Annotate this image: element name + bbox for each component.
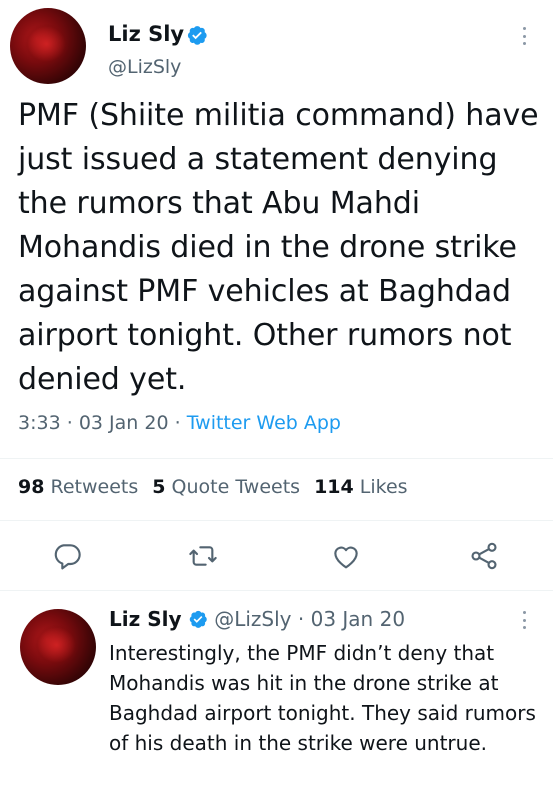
divider: [0, 590, 553, 591]
verified-badge-icon: [189, 610, 207, 628]
more-icon[interactable]: [519, 608, 529, 632]
reply-text: Interestingly, the PMF didn’t deny that …: [109, 641, 536, 755]
share-icon[interactable]: [468, 540, 500, 572]
meta-separator: ·: [297, 607, 305, 631]
reply-date[interactable]: 03 Jan 20: [311, 607, 405, 631]
tweet-time: 3:33: [18, 412, 61, 434]
author-handle[interactable]: @LizSly: [108, 56, 181, 78]
retweet-icon[interactable]: [187, 540, 219, 572]
more-icon[interactable]: [519, 24, 529, 48]
tweet-date[interactable]: 03 Jan 20: [79, 412, 169, 434]
quote-tweets-stat[interactable]: 5 Quote Tweets: [152, 476, 300, 498]
likes-stat[interactable]: 114 Likes: [314, 476, 408, 498]
meta-separator: ·: [66, 412, 73, 434]
tweet-text: PMF (Shiite militia command) have just i…: [18, 98, 539, 397]
meta-separator: ·: [174, 412, 181, 434]
author-avatar[interactable]: [10, 8, 86, 84]
tweet-meta: 3:33 · 03 Jan 20 · Twitter Web App: [18, 412, 341, 434]
retweets-stat[interactable]: 98 Retweets: [18, 476, 138, 498]
author-name[interactable]: Liz Sly: [108, 22, 184, 46]
reply-icon[interactable]: [51, 540, 83, 572]
reply-author-name[interactable]: Liz Sly: [109, 607, 182, 631]
verified-badge-icon: [187, 26, 207, 45]
divider: [0, 458, 553, 459]
like-icon[interactable]: [330, 540, 362, 572]
divider: [0, 520, 553, 521]
reply-author-handle[interactable]: @LizSly: [214, 607, 291, 631]
tweet-source[interactable]: Twitter Web App: [187, 412, 341, 434]
reply-author-avatar[interactable]: [20, 609, 96, 685]
reply-header: Liz Sly @LizSly · 03 Jan 20: [109, 607, 405, 631]
tweet-stats: 98 Retweets 5 Quote Tweets 114 Likes: [18, 476, 408, 498]
